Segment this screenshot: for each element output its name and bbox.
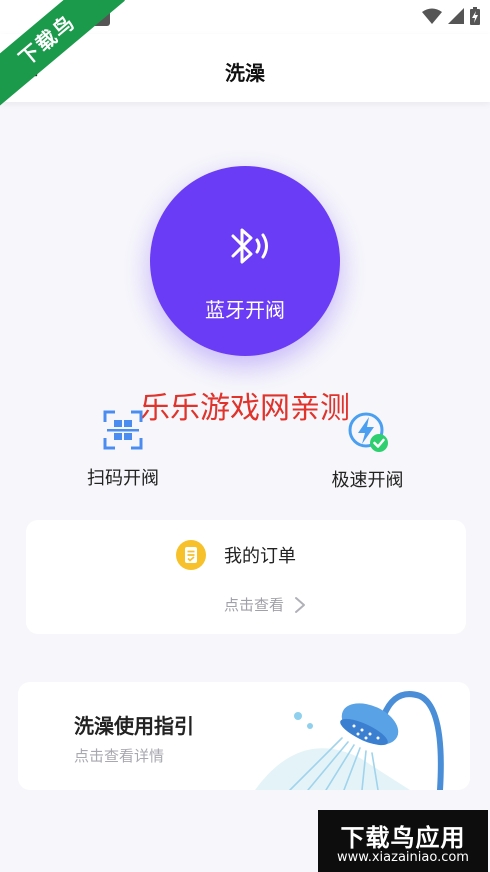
wifi-icon <box>422 8 442 24</box>
cell-signal-icon <box>448 8 464 24</box>
page-header: 洗澡 <box>0 34 490 102</box>
shower-guide-card[interactable]: 洗澡使用指引 点击查看详情 <box>18 682 470 790</box>
fast-label: 极速开阀 <box>331 470 404 491</box>
orders-header: 我的订单 <box>176 540 296 570</box>
orders-link-text: 点击查看 <box>224 596 285 614</box>
guide-title: 洗澡使用指引 <box>74 714 194 738</box>
bluetooth-open-valve-button[interactable]: 蓝牙开阀 <box>150 166 340 356</box>
page-title: 洗澡 <box>225 61 265 85</box>
battery-icon <box>470 7 480 25</box>
order-note-icon <box>176 540 206 570</box>
shower-head-illustration <box>255 691 444 790</box>
guide-subtitle: 点击查看详情 <box>74 747 165 765</box>
brand-url: www.xiazainiao.com <box>337 850 469 865</box>
chevron-right-icon <box>295 596 306 613</box>
lightning-check-icon <box>348 412 388 452</box>
brand-title: 下载鸟应用 <box>340 824 466 852</box>
scan-open-valve-button[interactable]: 扫码开阀 <box>68 408 178 490</box>
qr-scan-icon <box>103 410 143 450</box>
bluetooth-button-label: 蓝牙开阀 <box>205 298 285 322</box>
scan-label: 扫码开阀 <box>87 468 159 489</box>
bluetooth-signal-icon <box>231 228 268 264</box>
orders-card[interactable]: 我的订单 点击查看 <box>26 520 466 634</box>
fast-open-valve-button[interactable]: 极速开阀 <box>310 410 425 492</box>
brand-banner: 下载鸟应用 www.xiazainiao.com <box>318 810 488 872</box>
orders-view-link[interactable]: 点击查看 <box>224 594 306 615</box>
status-icons <box>422 7 480 25</box>
orders-title: 我的订单 <box>224 546 296 567</box>
